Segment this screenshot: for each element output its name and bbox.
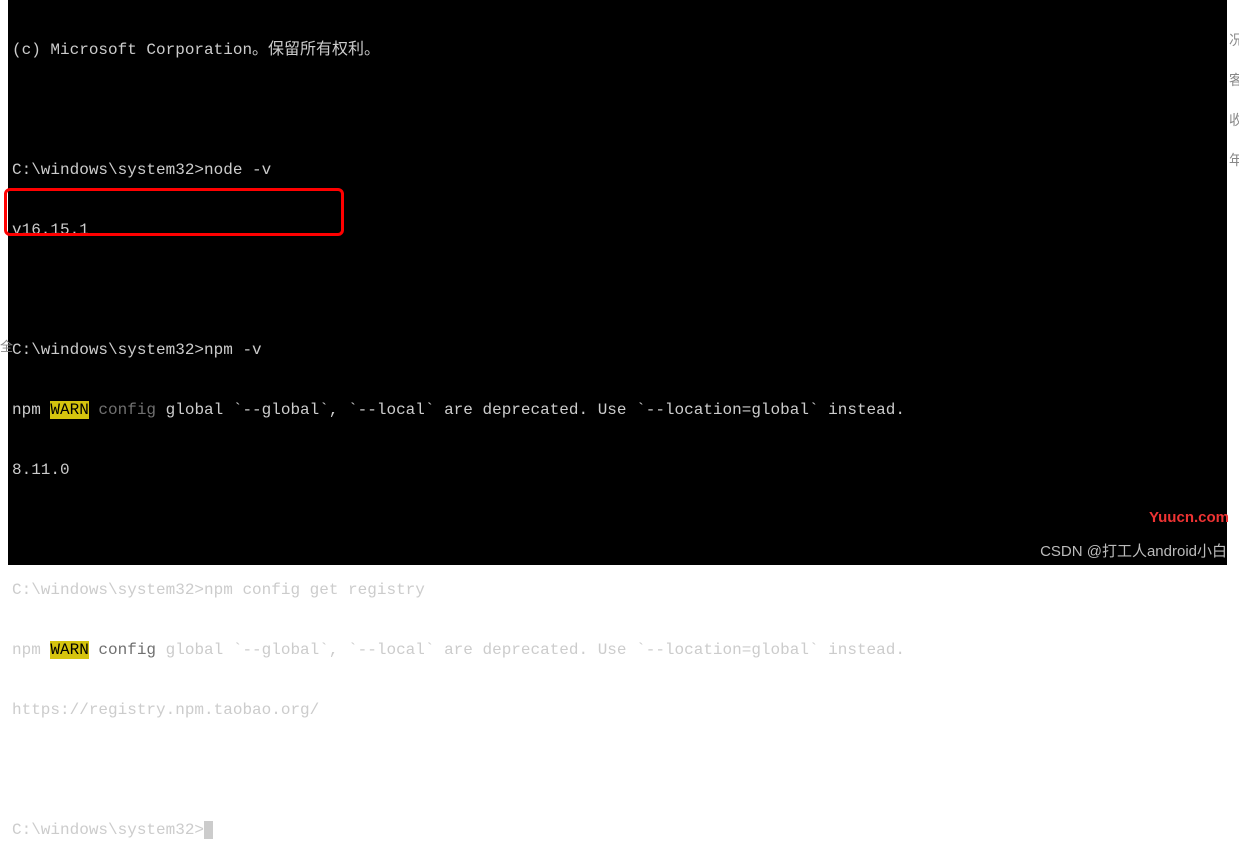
- cropped-left-text: 全: [0, 336, 13, 355]
- command-line-4[interactable]: C:\windows\system32>: [12, 820, 1223, 840]
- warn-badge: WARN: [50, 641, 88, 659]
- prompt-3: C:\windows\system32>: [12, 581, 204, 599]
- warn-badge: WARN: [50, 401, 88, 419]
- output-registry-url: https://registry.npm.taobao.org/: [12, 700, 1223, 720]
- prompt-4: C:\windows\system32>: [12, 821, 204, 839]
- cursor-icon: [204, 821, 213, 839]
- warn-msg: global `--global`, `--local` are depreca…: [156, 641, 905, 659]
- terminal-window[interactable]: (c) Microsoft Corporation。保留所有权利。 C:\win…: [8, 0, 1227, 565]
- command-line-1: C:\windows\system32>node -v: [12, 160, 1223, 180]
- command-line-3: C:\windows\system32>npm config get regis…: [12, 580, 1223, 600]
- output-npm-version: 8.11.0: [12, 460, 1223, 480]
- blank-line: [12, 100, 1223, 120]
- cropped-side-text: 况 客 收 年: [1229, 20, 1239, 180]
- warn-line-2: npm WARN config global `--global`, `--lo…: [12, 640, 1223, 660]
- prompt-2: C:\windows\system32>: [12, 341, 204, 359]
- cmd-npm-v: npm -v: [204, 341, 262, 359]
- warn-msg: global `--global`, `--local` are depreca…: [156, 401, 905, 419]
- cmd-node-v: node -v: [204, 161, 271, 179]
- watermark-csdn: CSDN @打工人android小白: [1040, 540, 1227, 561]
- side-char: 况: [1229, 20, 1239, 60]
- blank-line: [12, 280, 1223, 300]
- config-word: config: [89, 641, 156, 659]
- side-char: 客: [1229, 60, 1239, 100]
- cmd-npm-config: npm config get registry: [204, 581, 425, 599]
- warn-line-1: npm WARN config global `--global`, `--lo…: [12, 400, 1223, 420]
- config-word: config: [89, 401, 156, 419]
- blank-line: [12, 520, 1223, 540]
- copyright-line: (c) Microsoft Corporation。保留所有权利。: [12, 40, 1223, 60]
- side-char: 年: [1229, 140, 1239, 180]
- output-node-version: v16.15.1: [12, 220, 1223, 240]
- warn-prefix: npm: [12, 641, 50, 659]
- prompt-1: C:\windows\system32>: [12, 161, 204, 179]
- warn-prefix: npm: [12, 401, 50, 419]
- watermark-yuucn: Yuucn.com: [1149, 509, 1229, 526]
- command-line-2: C:\windows\system32>npm -v: [12, 340, 1223, 360]
- side-char: 收: [1229, 100, 1239, 140]
- blank-line: [12, 760, 1223, 780]
